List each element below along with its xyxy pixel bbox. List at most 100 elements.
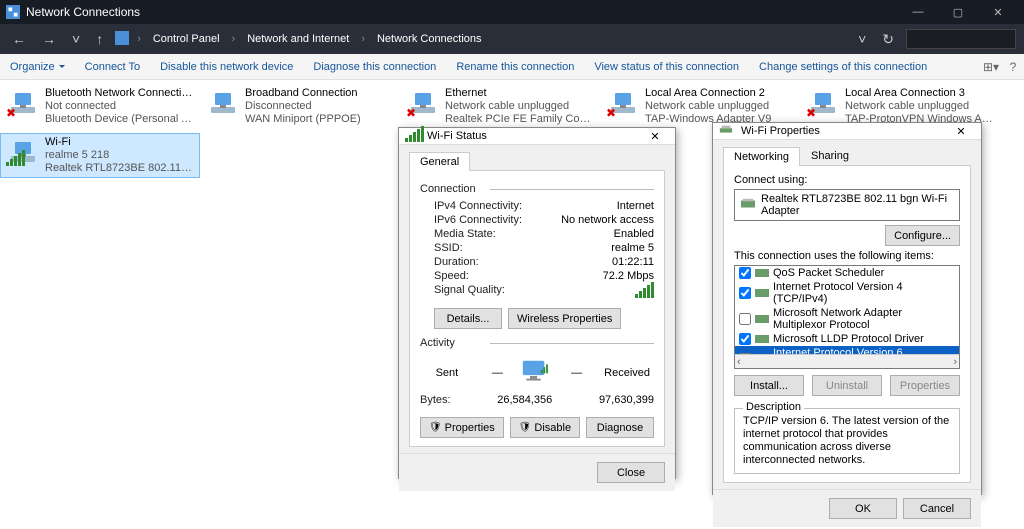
connection-icon: ✖	[607, 87, 639, 119]
diagnose-button[interactable]: Diagnose this connection	[303, 54, 446, 79]
connection-device: Realtek RTL8723BE 802.11 bgn Wi-...	[45, 162, 193, 175]
back-button[interactable]: ←	[8, 31, 30, 47]
search-input[interactable]	[906, 29, 1016, 49]
connection-device: Bluetooth Device (Personal Area ...	[45, 113, 193, 126]
properties-button[interactable]: Properties	[420, 417, 504, 438]
cancel-button[interactable]: Cancel	[903, 498, 971, 519]
received-label: Received	[600, 367, 654, 379]
network-card-icon	[741, 198, 755, 213]
disable-button[interactable]: Disable	[510, 417, 580, 438]
close-button[interactable]: ✕	[978, 6, 1018, 19]
ipv6-label: IPv6 Connectivity:	[434, 214, 522, 226]
connection-icon: ✖	[7, 87, 39, 119]
protocol-item[interactable]: Microsoft LLDP Protocol Driver	[735, 332, 959, 346]
ssid-label: SSID:	[434, 242, 463, 254]
tab-bar: Networking Sharing	[723, 146, 971, 166]
uninstall-button[interactable]: Uninstall	[812, 375, 882, 396]
diagnose-button[interactable]: Diagnose	[586, 417, 654, 438]
description-text: TCP/IP version 6. The latest version of …	[743, 415, 951, 467]
change-settings-button[interactable]: Change settings of this connection	[749, 54, 937, 79]
connection-name: Broadband Connection	[245, 87, 361, 100]
dialog-titlebar[interactable]: Wi-Fi Properties ✕	[713, 123, 981, 140]
connection-item[interactable]: ✖EthernetNetwork cable unpluggedRealtek …	[400, 84, 600, 129]
signal-value	[635, 284, 654, 301]
activity-group: Activity	[420, 337, 654, 349]
dropdown-button[interactable]: ˅	[854, 31, 870, 47]
wifi-properties-dialog: Wi-Fi Properties ✕ Networking Sharing Co…	[712, 122, 982, 495]
wifi-status-dialog: Wi-Fi Status ✕ General Connection IPv4 C…	[398, 127, 676, 479]
protocol-item[interactable]: Internet Protocol Version 4 (TCP/IPv4)	[735, 280, 959, 306]
protocol-icon	[755, 313, 769, 325]
item-label: Microsoft LLDP Protocol Driver	[773, 333, 924, 345]
connection-icon	[207, 87, 239, 119]
details-button[interactable]: Details...	[434, 308, 502, 329]
wireless-properties-button[interactable]: Wireless Properties	[508, 308, 621, 329]
monitor-icon	[521, 359, 553, 387]
connection-status: realme 5 218	[45, 149, 193, 162]
item-label: QoS Packet Scheduler	[773, 267, 884, 279]
item-checkbox[interactable]	[739, 333, 751, 345]
breadcrumb-network-internet[interactable]: Network and Internet	[243, 33, 353, 45]
protocol-icon	[755, 287, 769, 299]
speed-label: Speed:	[434, 270, 469, 282]
connection-status: Disconnected	[245, 100, 361, 113]
networking-panel: Connect using: Realtek RTL8723BE 802.11 …	[723, 166, 971, 483]
connection-device: Realtek PCIe FE Family Controller	[445, 113, 593, 126]
recent-button[interactable]: ˅	[68, 31, 84, 47]
view-status-button[interactable]: View status of this connection	[584, 54, 749, 79]
item-checkbox[interactable]	[739, 313, 751, 325]
breadcrumb-network-connections[interactable]: Network Connections	[373, 33, 486, 45]
connection-status: Network cable unplugged	[645, 100, 771, 113]
sent-label: Sent	[420, 367, 474, 379]
duration-value: 01:22:11	[612, 256, 654, 268]
maximize-button[interactable]: ▢	[938, 6, 978, 19]
ok-button[interactable]: OK	[829, 498, 897, 519]
item-checkbox[interactable]	[739, 267, 751, 279]
adapter-icon	[719, 123, 735, 139]
items-list[interactable]: QoS Packet SchedulerInternet Protocol Ve…	[734, 265, 960, 369]
help-icon[interactable]: ?	[1002, 60, 1024, 74]
install-button[interactable]: Install...	[734, 375, 804, 396]
protocol-icon	[755, 267, 769, 279]
connection-item[interactable]: Broadband ConnectionDisconnectedWAN Mini…	[200, 84, 400, 129]
tab-general[interactable]: General	[409, 152, 470, 171]
tab-networking[interactable]: Networking	[723, 147, 800, 166]
items-label: This connection uses the following items…	[734, 250, 960, 262]
connection-item[interactable]: Wi-Firealme 5 218Realtek RTL8723BE 802.1…	[0, 133, 200, 178]
protocol-item[interactable]: QoS Packet Scheduler	[735, 266, 959, 280]
connection-icon: ✖	[807, 87, 839, 119]
close-icon[interactable]: ✕	[641, 130, 669, 143]
duration-label: Duration:	[434, 256, 479, 268]
forward-button[interactable]: →	[38, 31, 60, 47]
rename-button[interactable]: Rename this connection	[446, 54, 584, 79]
media-label: Media State:	[434, 228, 496, 240]
speed-value: 72.2 Mbps	[603, 270, 654, 282]
description-group: Description TCP/IP version 6. The latest…	[734, 408, 960, 474]
close-icon[interactable]: ✕	[947, 125, 975, 138]
breadcrumb-control-panel[interactable]: Control Panel	[149, 33, 224, 45]
protocol-item[interactable]: Microsoft Network Adapter Multiplexor Pr…	[735, 306, 959, 332]
configure-button[interactable]: Configure...	[885, 225, 960, 246]
connection-icon	[7, 136, 39, 168]
close-button[interactable]: Close	[597, 462, 665, 483]
horizontal-scrollbar[interactable]: ‹›	[735, 354, 959, 368]
up-button[interactable]: ↑	[92, 31, 107, 47]
connection-item[interactable]: ✖ Bluetooth Network ConnectionNot connect…	[0, 84, 200, 129]
connection-name: Local Area Connection 2	[645, 87, 771, 100]
item-checkbox[interactable]	[739, 287, 751, 299]
description-legend: Description	[743, 401, 804, 413]
connection-device: WAN Miniport (PPPOE)	[245, 113, 361, 126]
refresh-button[interactable]: ↻	[878, 31, 898, 48]
connection-status: Not connected	[45, 100, 193, 113]
connect-to-button[interactable]: Connect To	[75, 54, 150, 79]
connection-status: Network cable unplugged	[445, 100, 593, 113]
minimize-button[interactable]: —	[898, 6, 938, 18]
disable-device-button[interactable]: Disable this network device	[150, 54, 303, 79]
connection-name: Bluetooth Network Connection	[45, 87, 193, 100]
bytes-received: 97,630,399	[599, 394, 654, 406]
organize-menu[interactable]: Organize	[0, 54, 75, 79]
item-properties-button[interactable]: Properties	[890, 375, 960, 396]
view-icon[interactable]: ⊞▾	[980, 60, 1002, 74]
dialog-titlebar[interactable]: Wi-Fi Status ✕	[399, 128, 675, 145]
tab-sharing[interactable]: Sharing	[800, 146, 860, 165]
